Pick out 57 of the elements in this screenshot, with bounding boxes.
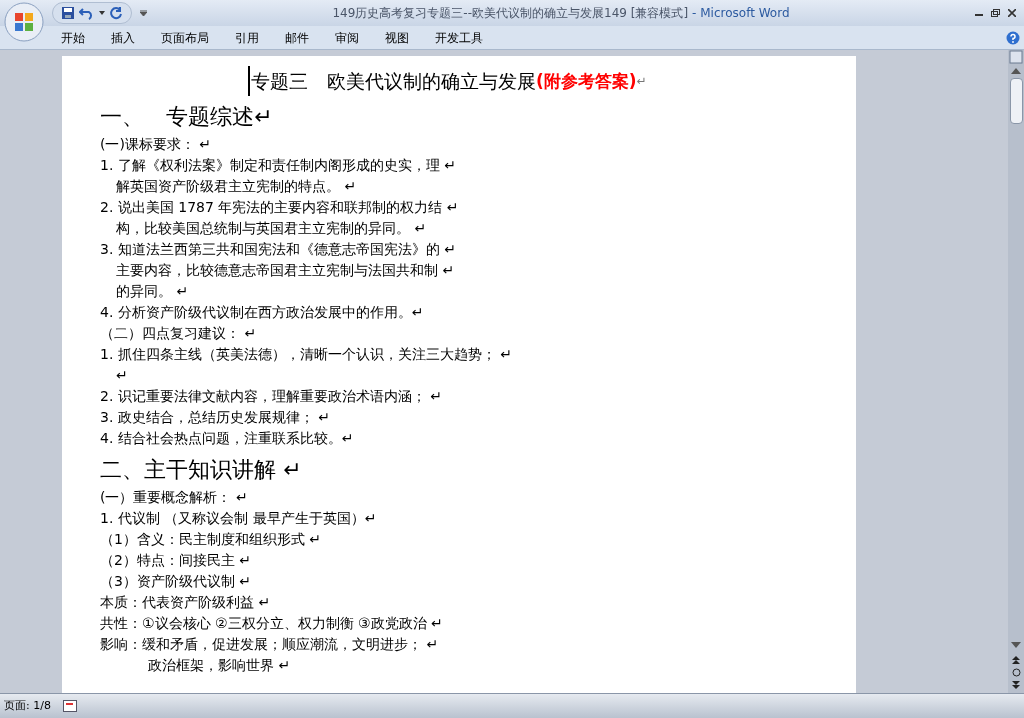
ribbon-tab[interactable]: 开始: [52, 26, 94, 49]
ruler-toggle-icon[interactable]: [1009, 50, 1023, 64]
browse-object-icon[interactable]: [1011, 668, 1021, 677]
body-text-line: ↵: [116, 366, 128, 385]
close-icon[interactable]: [1008, 9, 1016, 17]
body-text-line: （2）特点：间接民主 ↵: [100, 551, 252, 570]
section-heading: 一、 专题综述↵: [100, 103, 273, 131]
app-name: - Microsoft Word: [692, 5, 790, 22]
customize-caret-icon[interactable]: [140, 10, 147, 16]
vertical-scrollbar[interactable]: [1008, 50, 1024, 693]
section-heading: 二、主干知识讲解 ↵: [100, 456, 302, 484]
body-text-line: 政治框架，影响世界 ↵: [148, 656, 291, 675]
body-text-line: 3. 政史结合，总结历史发展规律； ↵: [100, 408, 330, 427]
previous-page-icon[interactable]: [1012, 656, 1020, 664]
body-text-line: 共性：①议会核心 ②三权分立、权力制衡 ③政党政治 ↵: [100, 614, 443, 633]
proofing-icon[interactable]: [62, 700, 77, 712]
ribbon-tab[interactable]: 视图: [376, 26, 418, 49]
redo-icon[interactable]: [109, 6, 123, 20]
ribbon-tab[interactable]: 审阅: [326, 26, 368, 49]
scroll-down-icon[interactable]: [1011, 642, 1021, 648]
body-text-line: 1. 了解《权利法案》制定和责任制内阁形成的史实，理 ↵: [100, 156, 456, 175]
undo-icon[interactable]: [79, 6, 95, 20]
help-icon[interactable]: [1006, 30, 1020, 45]
body-text-line: 3. 知道法兰西第三共和国宪法和《德意志帝国宪法》的 ↵: [100, 240, 456, 259]
body-text-line: （1）含义：民主制度和组织形式 ↵: [100, 530, 322, 549]
document-title: 专题三 欧美代议制的确立与发展: [248, 66, 536, 96]
scroll-thumb[interactable]: [1009, 78, 1023, 124]
ribbon-tab[interactable]: 开发工具: [426, 26, 492, 49]
ribbon-tab[interactable]: 页面布局: [152, 26, 218, 49]
body-text-line: 的异同。 ↵: [116, 282, 189, 301]
body-text-line: 主要内容，比较德意志帝国君主立宪制与法国共和制 ↵: [116, 261, 455, 280]
caret-icon[interactable]: [99, 11, 105, 15]
body-text-line: 1. 抓住四条主线（英美法德），清晰一个认识，关注三大趋势； ↵: [100, 345, 512, 364]
ribbon-tab[interactable]: 邮件: [276, 26, 318, 49]
paragraph-mark: ↵: [636, 74, 647, 88]
body-text-line: （3）资产阶级代议制 ↵: [100, 572, 252, 591]
body-text-line: 2. 说出美国 1787 年宪法的主要内容和联邦制的权力结 ↵: [100, 198, 459, 217]
scroll-up-icon[interactable]: [1011, 68, 1021, 74]
body-text-line: 本质：代表资产阶级利益 ↵: [100, 593, 271, 612]
body-text-line: (一）重要概念解析： ↵: [100, 488, 248, 507]
body-text-line: 影响：缓和矛盾，促进发展；顺应潮流，文明进步； ↵: [100, 635, 439, 654]
ribbon-tab[interactable]: 插入: [102, 26, 144, 49]
body-text-line: 1. 代议制 （又称议会制 最早产生于英国）↵: [100, 509, 377, 528]
body-text-line: （二）四点复习建议： ↵: [100, 324, 257, 343]
body-text-line: 4. 结合社会热点问题，注重联系比较。↵: [100, 429, 354, 448]
page-count[interactable]: 页面: 1/8: [4, 697, 51, 715]
window-title: 149历史高考复习专题三--欧美代议制的确立与发展149 [兼容模式]: [332, 5, 689, 22]
body-text-line: 构，比较美国总统制与英国君主立宪制的异同。 ↵: [116, 219, 427, 238]
answer-note: (附参考答案): [536, 70, 637, 93]
body-text-line: 2. 识记重要法律文献内容，理解重要政治术语内涵； ↵: [100, 387, 442, 406]
body-text-line: (一)课标要求： ↵: [100, 135, 212, 154]
body-text-line: 解英国资产阶级君主立宪制的特点。 ↵: [116, 177, 357, 196]
next-page-icon[interactable]: [1012, 681, 1020, 689]
ribbon-tab[interactable]: 引用: [226, 26, 268, 49]
restore-icon[interactable]: [991, 9, 1000, 17]
body-text-line: 4. 分析资产阶级代议制在西方政治发展中的作用。↵: [100, 303, 424, 322]
save-icon[interactable]: [61, 6, 75, 20]
